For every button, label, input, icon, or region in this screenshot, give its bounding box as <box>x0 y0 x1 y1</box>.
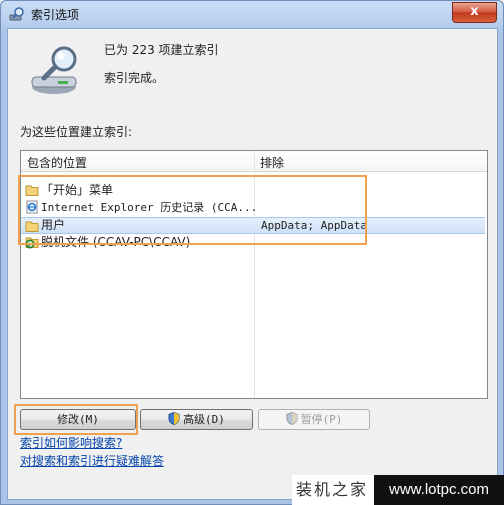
dialog-content: 已为 223 项建立索引 索引完成。 为这些位置建立索引: 包含的位置 排除 「… <box>7 28 498 500</box>
uac-shield-icon <box>286 412 298 425</box>
locations-highlight-box <box>18 175 367 245</box>
advanced-button[interactable]: 高级(D) <box>140 409 253 430</box>
watermark: 装机之家 www.lotpc.com <box>292 475 504 505</box>
troubleshoot-search-link[interactable]: 对搜索和索引进行疑难解答 <box>20 452 164 469</box>
included-locations-label: 为这些位置建立索引: <box>20 125 133 139</box>
window-title: 索引选项 <box>31 8 80 22</box>
indexing-status-message: 索引完成。 <box>104 71 165 85</box>
indexed-count: 已为 223 项建立索引 <box>104 43 219 57</box>
title-bar[interactable]: 索引选项 x <box>1 1 503 27</box>
uac-shield-icon <box>168 412 180 425</box>
indexing-status-icon <box>31 46 77 94</box>
pause-button-label: 暂停(P) <box>300 413 343 426</box>
close-button[interactable]: x <box>452 2 497 23</box>
how-indexing-affects-search-link[interactable]: 索引如何影响搜索? <box>20 434 122 451</box>
close-icon: x <box>470 4 479 19</box>
watermark-site-name: 装机之家 <box>295 480 368 499</box>
column-header-excluded[interactable]: 排除 <box>260 154 284 171</box>
indexing-options-icon <box>9 7 24 21</box>
indexing-options-window: 索引选项 x 已为 223 项建立索引 索引完成。 为这些位置建立索引: 包含的… <box>0 0 504 505</box>
advanced-button-label: 高级(D) <box>183 413 225 426</box>
column-header-included[interactable]: 包含的位置 <box>27 154 87 171</box>
watermark-url: www.lotpc.com <box>374 475 504 505</box>
pause-button[interactable]: 暂停(P) <box>258 409 370 430</box>
modify-button-highlight <box>14 404 138 435</box>
